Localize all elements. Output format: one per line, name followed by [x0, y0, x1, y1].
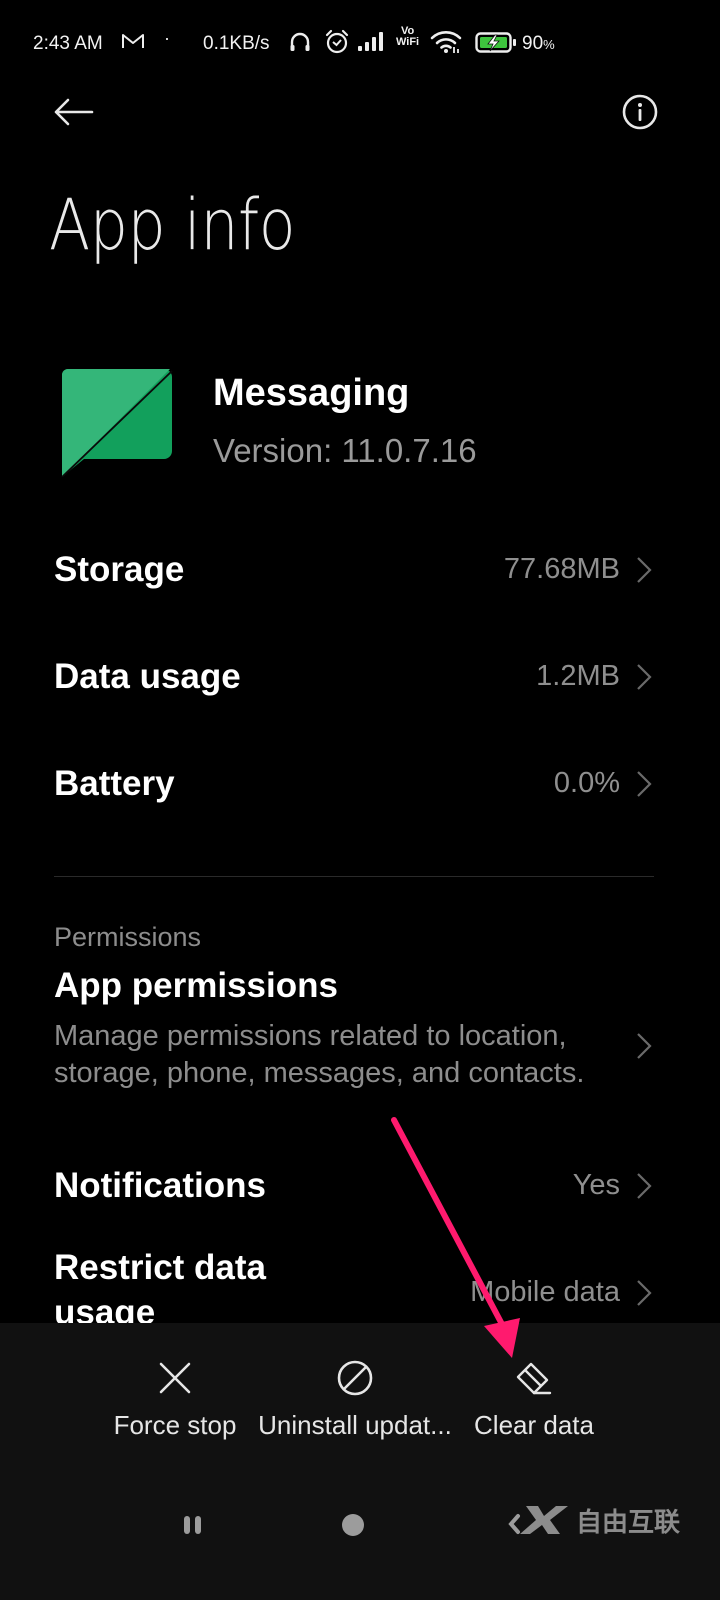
home-button[interactable]: [342, 1514, 364, 1536]
battery-percent-sign: %: [543, 37, 555, 52]
force-stop-label: Force stop: [113, 1410, 237, 1440]
app-permissions-title: App permissions: [54, 966, 338, 1005]
app-permissions-description: Manage permissions related to location, …: [54, 1020, 585, 1089]
chevron-right-icon: [637, 1280, 652, 1306]
chevron-right-icon: [637, 1173, 652, 1199]
wifi-icon: [430, 30, 462, 60]
app-version: Version: 11.0.7.16: [213, 432, 477, 469]
force-stop-button[interactable]: Force stop: [110, 1358, 240, 1441]
chevron-right-icon: [637, 664, 652, 690]
vowifi-bottom: WiFi: [396, 36, 420, 48]
battery-label: Battery: [54, 764, 175, 803]
permissions-section-header: Permissions: [54, 922, 202, 952]
vowifi-icon: Vo WiFi: [396, 26, 419, 48]
uninstall-updates-button[interactable]: Uninstall updat...: [255, 1358, 455, 1441]
storage-value: 77.68MB: [503, 553, 620, 585]
chevron-right-icon: [637, 1033, 652, 1059]
back-button[interactable]: [50, 94, 96, 134]
page-title: App info: [49, 184, 296, 266]
arrow-left-icon: [52, 97, 94, 132]
alarm-icon: [324, 29, 350, 61]
headphones-icon: [288, 30, 312, 60]
info-button[interactable]: [620, 94, 660, 134]
status-time: 2:43 AM: [33, 33, 103, 54]
notifications-label: Notifications: [54, 1166, 266, 1205]
status-bar: 2:43 AM · 0.1KB/s Vo WiFi 90%: [0, 26, 720, 61]
battery-row[interactable]: Battery 0.0%: [0, 760, 720, 810]
clear-data-button[interactable]: Clear data: [470, 1358, 598, 1441]
battery-percent-value: 90: [522, 33, 544, 54]
battery-value: 0.0%: [553, 767, 620, 799]
data-usage-row[interactable]: Data usage 1.2MB: [0, 653, 720, 703]
watermark-text: 自由互联: [576, 1506, 681, 1537]
recents-icon: [184, 1516, 201, 1534]
chevron-right-icon: [637, 771, 652, 797]
battery-charging-icon: [475, 32, 519, 60]
restrict-data-usage-row[interactable]: Restrict data usage Mobile data: [0, 1248, 720, 1328]
close-icon: [155, 1358, 195, 1398]
network-speed: 0.1KB/s: [203, 33, 270, 54]
storage-label: Storage: [54, 550, 185, 589]
app-name: Messaging: [213, 372, 410, 414]
notifications-value: Yes: [572, 1169, 620, 1201]
status-separator: ·: [164, 28, 170, 48]
data-usage-label: Data usage: [54, 657, 241, 696]
signal-icon: [358, 31, 386, 57]
section-divider: [54, 876, 654, 877]
chevron-right-icon: [637, 557, 652, 583]
info-icon: [621, 93, 659, 136]
prohibited-icon: [335, 1358, 375, 1398]
clear-data-label: Clear data: [474, 1410, 594, 1440]
battery-percentage: 90%: [522, 33, 555, 55]
messaging-app-icon: [60, 367, 174, 478]
watermark-logo-icon: [520, 1506, 568, 1534]
watermark: 自由互联: [520, 1500, 680, 1540]
restrict-data-value: Mobile data: [470, 1276, 620, 1308]
notifications-row[interactable]: Notifications Yes: [0, 1162, 720, 1212]
restrict-data-label-line1: Restrict data: [54, 1248, 267, 1287]
uninstall-updates-label: Uninstall updat...: [258, 1410, 452, 1440]
eraser-icon: [514, 1358, 554, 1398]
storage-row[interactable]: Storage 77.68MB: [0, 546, 720, 596]
gmail-icon: [121, 32, 145, 56]
data-usage-value: 1.2MB: [536, 660, 620, 692]
recents-button[interactable]: [182, 1515, 204, 1535]
